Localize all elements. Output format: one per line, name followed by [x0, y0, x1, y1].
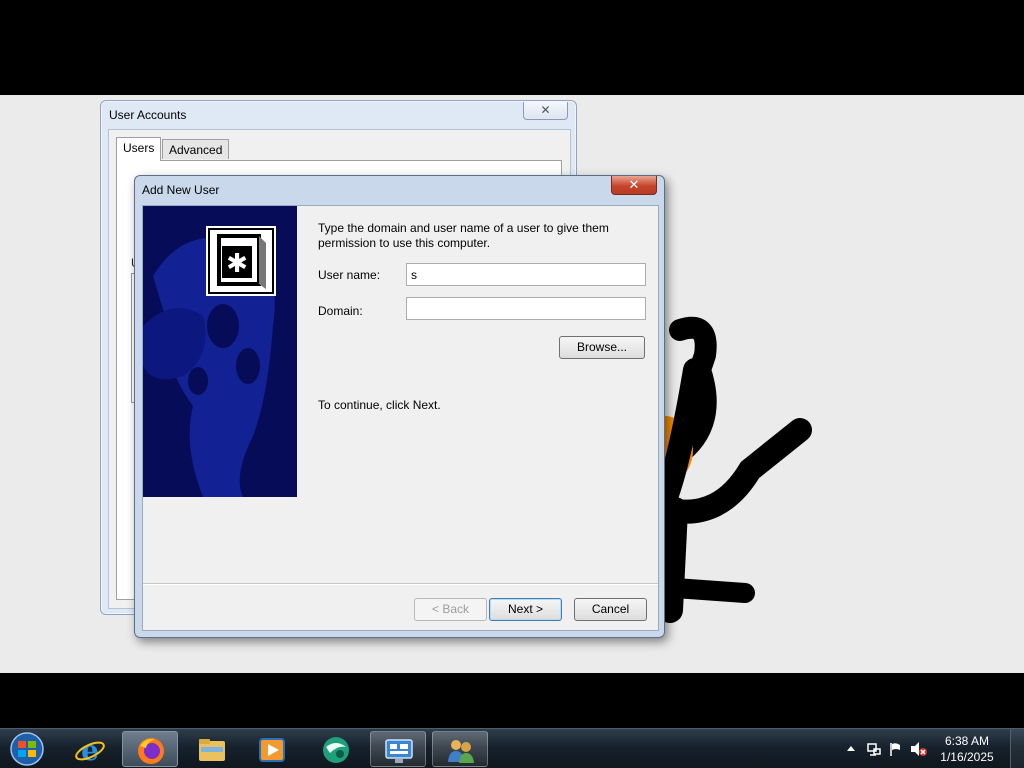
taskbar-windows-explorer[interactable]	[184, 731, 240, 767]
cancel-button[interactable]: Cancel	[574, 598, 647, 621]
username-label: User name:	[318, 268, 381, 282]
firefox-icon	[138, 738, 164, 764]
taskbar-user-accounts[interactable]	[432, 731, 488, 767]
users-key-icon: ✱	[206, 226, 276, 296]
clock-time: 6:38 AM	[944, 734, 990, 748]
taskbar-sphere-app[interactable]	[308, 731, 364, 767]
dialog-title: Add New User	[142, 183, 220, 197]
next-button[interactable]: Next >	[489, 598, 562, 621]
taskbar-internet-explorer[interactable]: e	[62, 731, 118, 767]
svg-text:e: e	[81, 735, 99, 765]
domain-label: Domain:	[318, 304, 363, 318]
tab-users[interactable]: Users	[116, 137, 162, 161]
continue-instruction: To continue, click Next.	[318, 398, 441, 412]
browse-button[interactable]: Browse...	[559, 336, 645, 359]
taskbar-control-panel[interactable]	[370, 731, 426, 767]
network-icon[interactable]	[866, 741, 882, 757]
instruction-text: Type the domain and user name of a user …	[318, 221, 609, 250]
taskbar-firefox[interactable]	[122, 731, 178, 767]
taskbar-clock[interactable]: 6:38 AM 1/16/2025	[932, 733, 1002, 765]
windows-orb-icon	[10, 732, 44, 766]
wizard-banner: ✱	[143, 206, 297, 497]
media-player-icon	[259, 738, 285, 762]
add-new-user-dialog[interactable]: Add New User ✕ ✱ Type the domain and use…	[134, 175, 665, 638]
back-button[interactable]: < Back	[414, 598, 487, 621]
taskbar: e 6:38 AM 1/16/2025	[0, 728, 1024, 768]
show-hidden-icons-arrow[interactable]	[846, 744, 856, 752]
wallpaper-stick-figure	[640, 316, 812, 623]
control-panel-icon	[385, 739, 413, 763]
dialog-body: ✱ Type the domain and user name of a use…	[142, 205, 659, 631]
screen: User Accounts ✕ Users Advanced U Add New…	[0, 0, 1024, 768]
folder-icon	[199, 739, 225, 761]
internet-explorer-icon: e	[75, 735, 105, 765]
volume-muted-icon[interactable]	[910, 741, 928, 757]
username-input[interactable]	[406, 263, 646, 286]
svg-text:✱: ✱	[226, 249, 248, 279]
action-center-flag-icon[interactable]	[888, 741, 904, 757]
divider	[143, 583, 658, 585]
tab-advanced[interactable]: Advanced	[162, 139, 230, 159]
taskbar-media-player[interactable]	[244, 731, 300, 767]
window-title: User Accounts	[109, 108, 187, 122]
close-button[interactable]: ✕	[611, 176, 657, 195]
sphere-app-icon	[323, 737, 349, 763]
start-button[interactable]	[4, 730, 50, 768]
clock-date: 1/16/2025	[940, 750, 994, 764]
close-button[interactable]: ✕	[523, 102, 568, 120]
domain-input[interactable]	[406, 297, 646, 320]
system-tray: 6:38 AM 1/16/2025	[834, 729, 1024, 768]
show-desktop-button[interactable]	[1010, 729, 1024, 768]
user-accounts-icon	[448, 740, 474, 763]
